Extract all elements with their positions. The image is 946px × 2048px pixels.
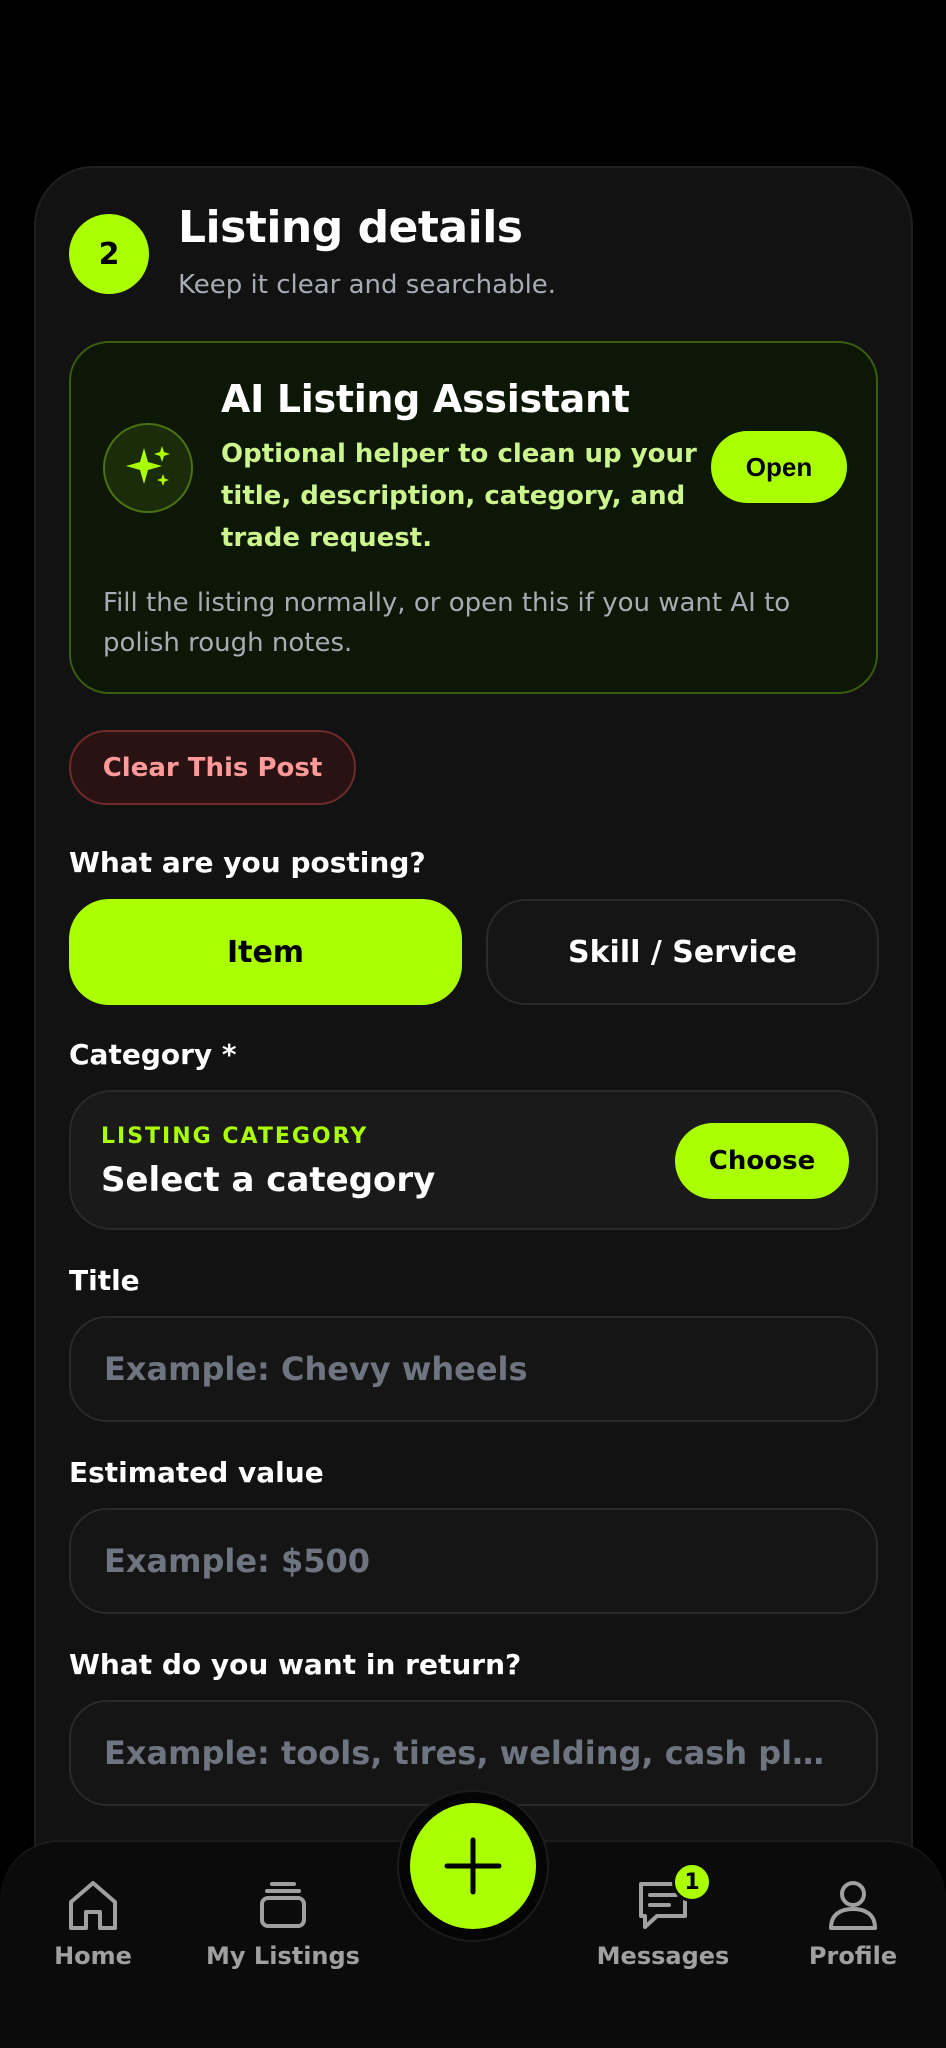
section-subtitle: Keep it clear and searchable. xyxy=(178,270,557,300)
category-eyebrow: LISTING CATEGORY xyxy=(101,1124,369,1149)
ai-assistant-description: Optional helper to clean up your title, … xyxy=(221,439,697,553)
home-icon xyxy=(65,1878,121,1932)
estimated-value-input[interactable]: Example: $500 xyxy=(69,1508,878,1614)
ai-open-button[interactable]: Open xyxy=(711,431,847,503)
return-placeholder: Example: tools, tires, welding, cash plu… xyxy=(104,1734,843,1772)
nav-my-listings-label: My Listings xyxy=(206,1942,360,1970)
category-selector[interactable]: LISTING CATEGORY Select a category Choos… xyxy=(69,1090,878,1230)
nav-profile[interactable]: Profile xyxy=(768,1878,938,1970)
choose-category-button[interactable]: Choose xyxy=(675,1123,849,1199)
profile-icon xyxy=(825,1878,881,1932)
title-label: Title xyxy=(69,1264,140,1297)
clear-post-button[interactable]: Clear This Post xyxy=(69,730,356,805)
nav-messages-label: Messages xyxy=(596,1942,730,1970)
create-listing-button[interactable] xyxy=(410,1803,536,1929)
nav-messages[interactable]: Messages xyxy=(578,1878,748,1970)
posting-type-label: What are you posting? xyxy=(69,846,426,879)
posting-type-item-button[interactable]: Item xyxy=(69,899,462,1005)
ai-assistant-note: Fill the listing normally, or open this … xyxy=(103,588,791,658)
nav-profile-label: Profile xyxy=(808,1942,898,1970)
ai-assistant-title: AI Listing Assistant xyxy=(221,377,630,421)
title-input[interactable]: Example: Chevy wheels xyxy=(69,1316,878,1422)
return-label: What do you want in return? xyxy=(69,1648,522,1681)
estimated-value-placeholder: Example: $500 xyxy=(104,1542,371,1580)
category-label: Category * xyxy=(69,1038,237,1071)
nav-my-listings[interactable]: My Listings xyxy=(198,1878,368,1970)
title-placeholder: Example: Chevy wheels xyxy=(104,1350,528,1388)
estimated-value-label: Estimated value xyxy=(69,1456,324,1489)
ai-assistant-panel: AI Listing Assistant Optional helper to … xyxy=(69,341,878,694)
nav-home[interactable]: Home xyxy=(8,1878,178,1970)
nav-home-label: Home xyxy=(54,1942,132,1970)
messages-unread-badge: 1 xyxy=(672,1862,712,1902)
plus-icon xyxy=(444,1837,502,1895)
sparkles-icon xyxy=(103,423,193,513)
posting-type-skill-button[interactable]: Skill / Service xyxy=(486,899,879,1005)
section-title: Listing details xyxy=(178,202,523,253)
step-number-badge: 2 xyxy=(69,214,149,294)
listings-stack-icon xyxy=(255,1878,311,1932)
category-value: Select a category xyxy=(101,1160,436,1200)
